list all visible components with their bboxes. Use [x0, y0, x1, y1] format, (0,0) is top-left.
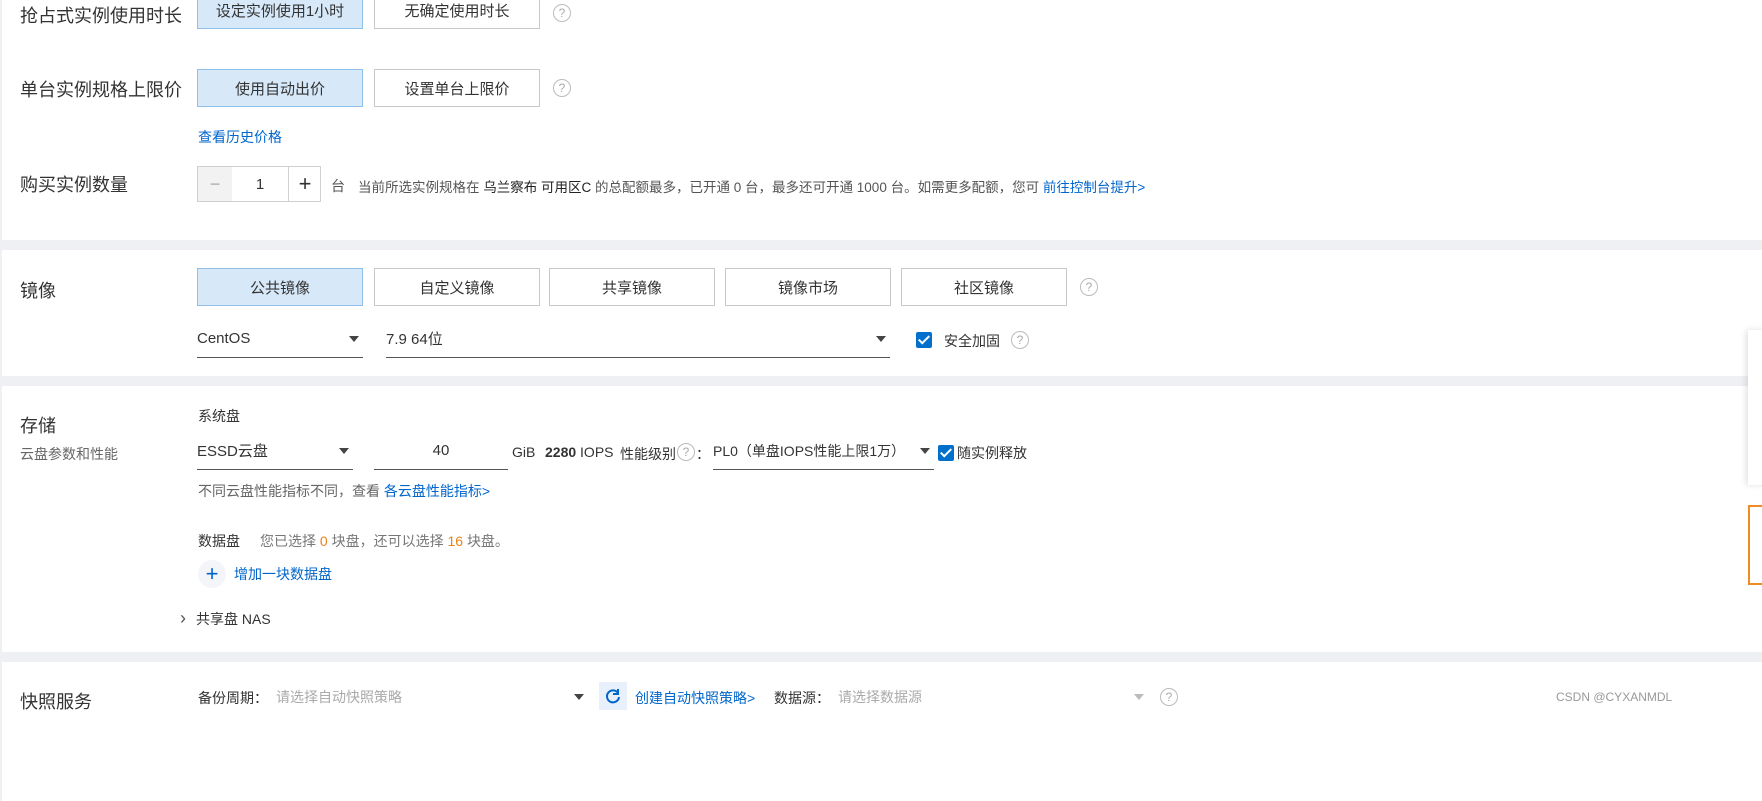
- system-disk-type-select[interactable]: ESSD云盘: [197, 432, 353, 470]
- storage-label: 存储: [20, 416, 56, 436]
- quantity-unit: 台: [331, 178, 345, 194]
- data-disk-note: 您已选择 0 块盘，还可以选择 16 块盘。: [260, 531, 509, 551]
- quantity-label: 购买实例数量: [20, 175, 128, 195]
- chevron-down-icon: [349, 336, 359, 342]
- refresh-icon[interactable]: [599, 682, 627, 710]
- backup-cycle-placeholder: 请选择自动快照策略: [276, 689, 402, 705]
- price-help-icon[interactable]: ?: [553, 79, 571, 97]
- data-disk-note-b: 块盘，还可以选择: [331, 533, 444, 549]
- disk-iops: 2280 IOPS: [545, 444, 614, 460]
- backup-cycle-select[interactable]: 请选择自动快照策略: [276, 678, 588, 716]
- security-hardening-label: 安全加固: [944, 333, 1000, 349]
- disk-size-unit: GiB: [512, 444, 536, 460]
- quantity-stepper: − 1 +: [197, 166, 321, 202]
- os-select-value: CentOS: [197, 330, 251, 347]
- floating-panel[interactable]: [1748, 330, 1762, 485]
- image-section: 镜像 公共镜像 自定义镜像 共享镜像 镜像市场 社区镜像 ? CentOS 7.…: [2, 250, 1762, 376]
- data-disk-note-c: 块盘。: [466, 533, 509, 549]
- quantity-input[interactable]: 1: [232, 167, 288, 201]
- data-disk-remaining-count: 16: [447, 533, 464, 549]
- release-with-instance-checkbox[interactable]: [938, 445, 954, 461]
- chevron-down-icon: [876, 336, 886, 342]
- tab-custom-image[interactable]: 自定义镜像: [374, 268, 540, 306]
- perf-level-colon: ：: [696, 446, 710, 462]
- backup-cycle-label: 备份周期：: [198, 690, 268, 706]
- perf-level-label: 性能级别: [620, 446, 676, 462]
- quantity-decrement-button[interactable]: −: [198, 167, 232, 201]
- os-version-select[interactable]: 7.9 64位: [386, 320, 890, 358]
- tab-community-image[interactable]: 社区镜像: [901, 268, 1067, 306]
- disk-type-value: ESSD云盘: [197, 443, 268, 460]
- tab-shared-image[interactable]: 共享镜像: [549, 268, 715, 306]
- snapshot-section: 快照服务 备份周期： 请选择自动快照策略 创建自动快照策略> 数据源： 请选择数…: [2, 662, 1762, 801]
- perf-help-icon[interactable]: ?: [677, 443, 695, 461]
- disk-perf-metrics-link[interactable]: 各云盘性能指标>: [384, 483, 490, 499]
- chevron-down-icon: [920, 448, 930, 454]
- duration-unlimited-button[interactable]: 无确定使用时长: [374, 0, 540, 29]
- data-source-select[interactable]: 请选择数据源: [838, 678, 1148, 716]
- system-disk-label: 系统盘: [198, 408, 240, 424]
- snapshot-help-icon[interactable]: ?: [1160, 688, 1178, 706]
- spot-section: 抢占式实例使用时长 设定实例使用1小时 无确定使用时长 ? 单台实例规格上限价 …: [2, 0, 1762, 240]
- snapshot-label: 快照服务: [20, 692, 92, 712]
- quota-note-post: 的总配额最多，已开通 0 台，最多还可开通 1000 台。如需更多配额，您可: [595, 180, 1040, 195]
- floating-promo[interactable]: [1748, 505, 1762, 585]
- system-disk-size-input[interactable]: 40: [374, 432, 508, 470]
- quota-note-region: 乌兰察布 可用区C: [483, 180, 592, 195]
- security-hardening-checkbox[interactable]: [916, 332, 932, 348]
- data-source-label: 数据源：: [774, 690, 830, 706]
- increase-quota-link[interactable]: 前往控制台提升>: [1043, 180, 1145, 195]
- duration-help-icon[interactable]: ?: [553, 4, 571, 22]
- image-label: 镜像: [20, 281, 56, 301]
- data-disk-note-a: 您已选择: [260, 533, 316, 549]
- nas-toggle[interactable]: › 共享盘 NAS: [180, 608, 271, 629]
- auto-bid-button[interactable]: 使用自动出价: [197, 69, 363, 107]
- storage-sublabel: 云盘参数和性能: [20, 446, 118, 462]
- chevron-down-icon: [339, 448, 349, 454]
- os-version-value: 7.9 64位: [386, 331, 443, 348]
- data-disk-selected-count: 0: [319, 533, 328, 549]
- tab-public-image[interactable]: 公共镜像: [197, 268, 363, 306]
- duration-1h-button[interactable]: 设定实例使用1小时: [197, 0, 363, 29]
- price-limit-label: 单台实例规格上限价: [20, 80, 182, 100]
- release-with-instance-label: 随实例释放: [957, 445, 1027, 461]
- refresh-icon-svg: [606, 689, 620, 704]
- add-data-disk-label: 增加一块数据盘: [234, 566, 332, 582]
- create-snapshot-policy-link[interactable]: 创建自动快照策略>: [635, 688, 755, 708]
- watermark: CSDN @CYXANMDL: [1556, 690, 1673, 704]
- iops-value: 2280: [545, 444, 577, 460]
- storage-section: 存储 云盘参数和性能 系统盘 ESSD云盘 40 GiB 2280 IOPS 性…: [2, 386, 1762, 652]
- nas-label: 共享盘 NAS: [196, 610, 271, 627]
- set-max-price-button[interactable]: 设置单台上限价: [374, 69, 540, 107]
- perf-note: 不同云盘性能指标不同，查看 各云盘性能指标>: [198, 481, 490, 501]
- add-data-disk-button[interactable]: + 增加一块数据盘: [198, 560, 332, 588]
- perf-level-select[interactable]: PL0（单盘IOPS性能上限1万）: [713, 432, 934, 470]
- data-source-placeholder: 请选择数据源: [838, 689, 922, 705]
- os-select[interactable]: CentOS: [197, 320, 363, 358]
- perf-note-text: 不同云盘性能指标不同，查看: [198, 483, 380, 499]
- spot-duration-label: 抢占式实例使用时长: [20, 6, 182, 26]
- quota-note-pre: 当前所选实例规格在: [358, 180, 480, 195]
- image-help-icon[interactable]: ?: [1080, 278, 1098, 296]
- data-disk-label: 数据盘: [198, 533, 240, 549]
- security-help-icon[interactable]: ?: [1011, 331, 1029, 349]
- quantity-increment-button[interactable]: +: [288, 167, 321, 201]
- disk-size-value: 40: [432, 442, 450, 459]
- chevron-right-icon: ›: [180, 608, 186, 628]
- quota-note: 当前所选实例规格在 乌兰察布 可用区C 的总配额最多，已开通 0 台，最多还可开…: [358, 176, 1145, 196]
- chevron-down-icon: [574, 694, 584, 700]
- tab-image-market[interactable]: 镜像市场: [725, 268, 891, 306]
- plus-icon: +: [198, 560, 226, 588]
- chevron-down-icon: [1134, 694, 1144, 700]
- perf-level-value: PL0（单盘IOPS性能上限1万）: [713, 442, 906, 459]
- iops-unit: IOPS: [580, 444, 614, 460]
- price-history-link[interactable]: 查看历史价格: [198, 127, 282, 147]
